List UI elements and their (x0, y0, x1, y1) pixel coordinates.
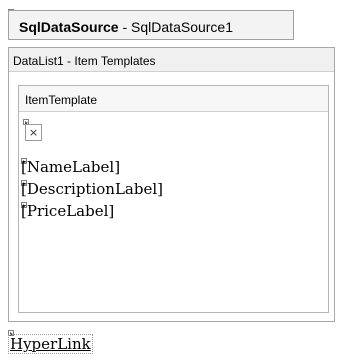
name-label[interactable]: [NameLabel] (21, 158, 120, 176)
description-label[interactable]: [DescriptionLabel] (21, 180, 163, 198)
sqldatasource-type: SqlDataSource (19, 19, 119, 35)
sqldatasource-separator: - (118, 19, 132, 35)
datalist-header: DataList1 - Item Templates (9, 48, 334, 72)
sqldatasource-control[interactable]: SqlDataSource - SqlDataSource1 (8, 10, 294, 40)
price-label[interactable]: [PriceLabel] (21, 202, 114, 220)
item-template-region[interactable]: ItemTemplate × [NameLabel] [DescriptionL… (18, 85, 329, 313)
broken-image-icon[interactable]: × (25, 124, 42, 141)
hyperlink-control[interactable]: HyperLink (8, 334, 93, 354)
sqldatasource-id: SqlDataSource1 (131, 19, 233, 35)
item-template-header: ItemTemplate (19, 86, 328, 112)
datalist-control[interactable]: DataList1 - Item Templates ItemTemplate … (8, 47, 335, 322)
